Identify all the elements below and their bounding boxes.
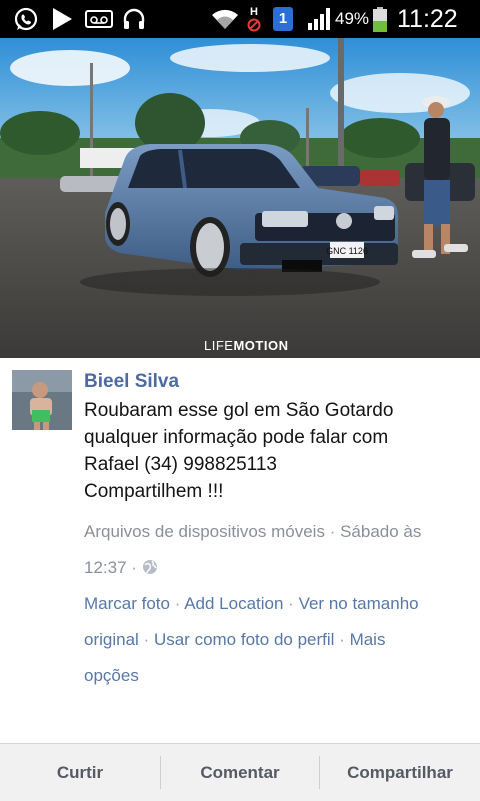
- separator: ·: [174, 594, 181, 613]
- bottom-action-bar: Curtir Comentar Compartilhar: [0, 743, 480, 801]
- separator: ·: [143, 630, 150, 649]
- view-full-size-link[interactable]: original: [84, 630, 139, 649]
- photo-actions: Marcar foto · Add Location · Ver no tama…: [84, 586, 464, 694]
- separator: ·: [339, 630, 345, 649]
- signal-icon: [306, 6, 334, 32]
- add-location-link[interactable]: Add Location: [184, 594, 283, 613]
- globe-icon: [142, 552, 158, 574]
- more-options-link[interactable]: Mais: [350, 630, 386, 649]
- separator: ·: [288, 594, 294, 613]
- more-options-link[interactable]: opções: [84, 666, 139, 685]
- post-message: Roubaram esse gol em São Gotardo qualque…: [84, 397, 464, 505]
- post-meta: Arquivos de dispositivos móveis · Sábado…: [84, 514, 464, 586]
- album-link[interactable]: Arquivos de dispositivos móveis: [84, 522, 325, 541]
- headset-icon: [120, 6, 148, 32]
- author-name[interactable]: Bieel Silva: [84, 371, 179, 393]
- voicemail-icon: [84, 6, 114, 32]
- license-plate: GNC 1126: [326, 246, 368, 256]
- author-avatar[interactable]: [12, 370, 72, 430]
- message-line: Rafael (34) 998825113: [84, 454, 277, 475]
- whatsapp-icon: [12, 6, 40, 32]
- tag-photo-link[interactable]: Marcar foto: [84, 594, 170, 613]
- post-date[interactable]: Sábado às: [340, 522, 421, 541]
- comment-button[interactable]: Comentar: [161, 744, 319, 801]
- separator: ·: [329, 522, 336, 541]
- no-hspa-icon: H: [244, 6, 264, 32]
- play-store-icon: [48, 6, 76, 32]
- like-button[interactable]: Curtir: [0, 744, 160, 801]
- post-time[interactable]: 12:37: [84, 558, 127, 577]
- message-line: qualquer informação pode falar com: [84, 427, 389, 448]
- battery-icon: [371, 6, 389, 32]
- make-profile-photo-link[interactable]: Usar como foto do perfil: [154, 630, 334, 649]
- battery-percent: 49%: [335, 9, 370, 28]
- post-photo[interactable]: GNC 1126 LIFEMOTION: [0, 38, 480, 358]
- wifi-icon: [210, 6, 240, 32]
- separator: ·: [131, 558, 137, 577]
- message-line: Roubaram esse gol em São Gotardo: [84, 400, 394, 421]
- photo-watermark: LIFEMOTION: [204, 338, 289, 353]
- notification-badge-icon: 1: [272, 6, 294, 32]
- share-button[interactable]: Compartilhar: [320, 744, 480, 801]
- message-line: Compartilhem !!!: [84, 481, 224, 502]
- clock: 11:22: [397, 5, 458, 33]
- status-bar: H 1 49% 11:22: [0, 0, 480, 38]
- view-full-size-link[interactable]: Ver no tamanho: [299, 594, 419, 613]
